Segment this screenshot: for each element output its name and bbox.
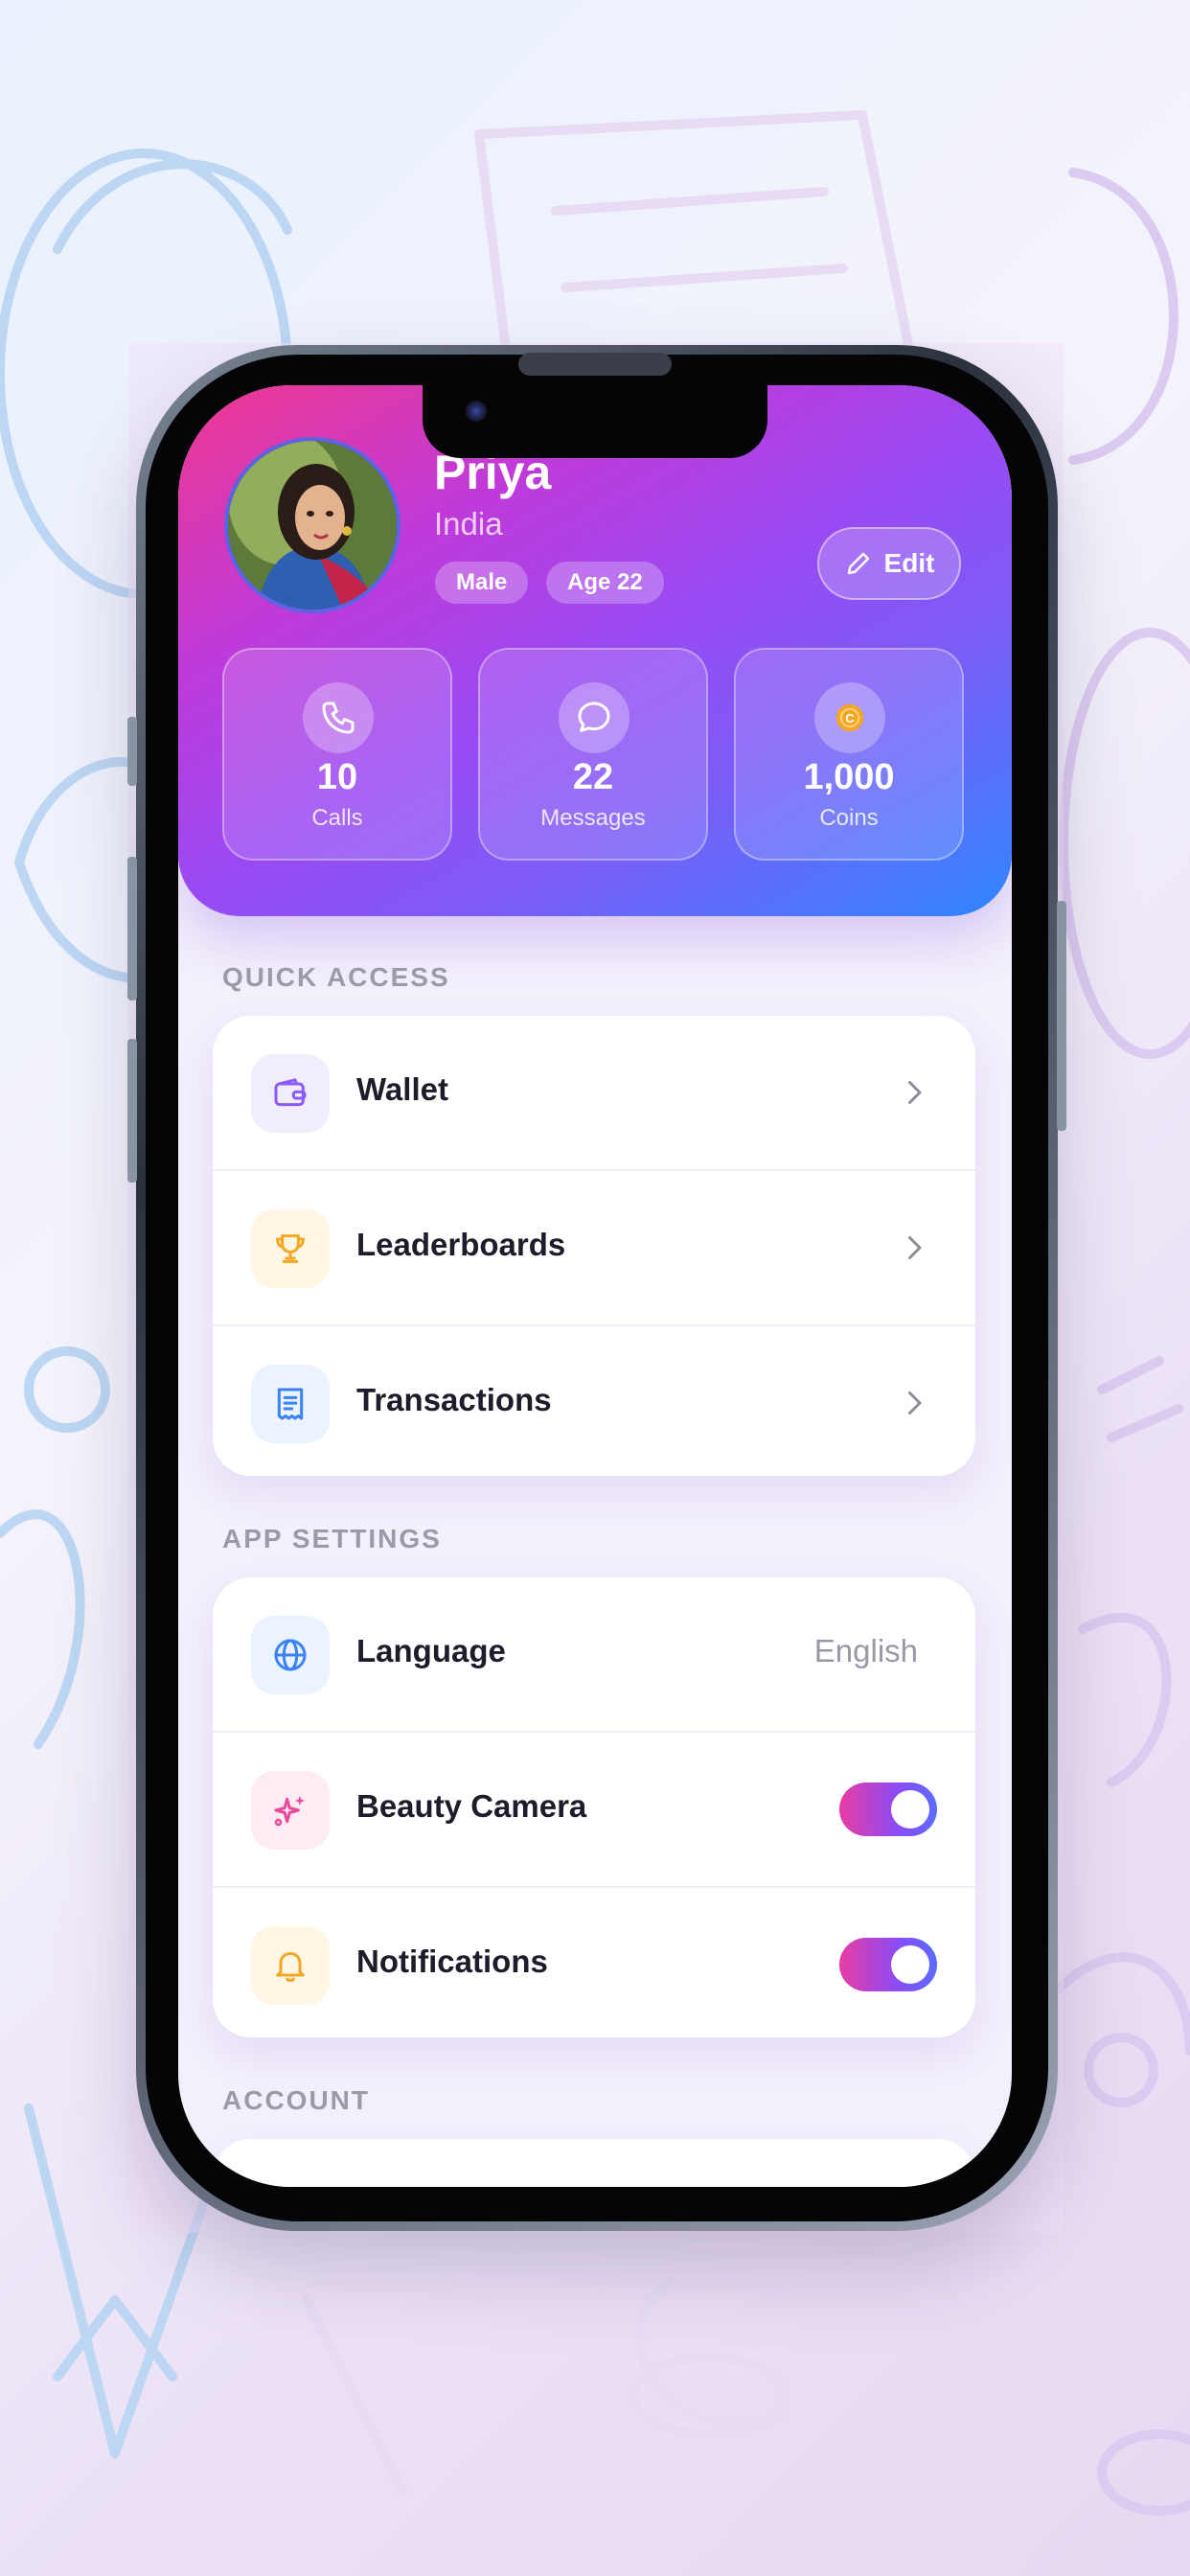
leaderboards-label: Leaderboards <box>356 1227 566 1262</box>
volume-up-button <box>127 857 137 1000</box>
silent-switch <box>127 717 137 786</box>
chevron-right-icon <box>908 1236 922 1259</box>
stat-card-coins[interactable]: C 1,000 Coins <box>734 648 964 861</box>
toggle-knob <box>891 1945 929 1984</box>
earpiece <box>518 353 672 376</box>
app-settings-card: Language English Beauty Camera Notificat… <box>213 1577 975 2037</box>
receipt-icon <box>251 1365 330 1443</box>
front-camera <box>466 401 487 422</box>
volume-down-button <box>127 1039 137 1183</box>
avatar-photo <box>228 441 397 610</box>
power-button <box>1057 901 1066 1131</box>
notifications-row: Notifications <box>213 1888 975 2037</box>
pencil-icon <box>847 552 869 575</box>
wallet-label: Wallet <box>356 1071 448 1107</box>
toggle-knob <box>891 1790 929 1828</box>
avatar[interactable] <box>224 437 400 613</box>
stat-value: 22 <box>572 757 614 797</box>
leaderboards-row[interactable]: Leaderboards <box>213 1171 975 1326</box>
svg-text:C: C <box>845 711 854 725</box>
notifications-label: Notifications <box>356 1944 548 1979</box>
notifications-toggle[interactable] <box>839 1938 937 1991</box>
stat-label: Coins <box>819 805 879 831</box>
stat-card-calls[interactable]: 10 Calls <box>222 648 452 861</box>
profile-header: Priya India Male Age 22 Edit 10 Calls 22… <box>178 385 1012 916</box>
account-card <box>213 2139 975 2187</box>
edit-button[interactable]: Edit <box>817 527 961 600</box>
stat-label: Calls <box>311 805 363 831</box>
trophy-icon <box>251 1209 330 1288</box>
stat-label: Messages <box>540 805 646 831</box>
transactions-row[interactable]: Transactions <box>213 1326 975 1476</box>
chevron-right-icon <box>908 1081 922 1104</box>
language-value: English <box>813 1633 918 1668</box>
profile-country: India <box>434 506 503 541</box>
coin-icon: C <box>814 682 885 753</box>
quick-access-card: Wallet Leaderboards Transactions <box>213 1016 975 1476</box>
sparkles-icon <box>251 1771 330 1850</box>
edit-button-label: Edit <box>883 548 935 578</box>
wallet-icon <box>251 1054 330 1133</box>
phone-screen: Priya India Male Age 22 Edit 10 Calls 22… <box>178 385 1012 2187</box>
beauty-camera-row: Beauty Camera <box>213 1733 975 1888</box>
account-title: ACCOUNT <box>222 2085 370 2115</box>
language-label: Language <box>356 1633 506 1668</box>
stat-value: 1,000 <box>803 757 895 797</box>
wallet-row[interactable]: Wallet <box>213 1016 975 1171</box>
bell-icon <box>251 1926 330 2005</box>
language-row[interactable]: Language English <box>213 1577 975 1733</box>
chat-bubble-icon <box>559 682 629 753</box>
beauty-camera-label: Beauty Camera <box>356 1788 587 1824</box>
beauty-camera-toggle[interactable] <box>839 1782 937 1836</box>
chevron-right-icon <box>908 1392 922 1414</box>
age-chip: Age 22 <box>546 562 664 604</box>
globe-icon <box>251 1616 330 1694</box>
gender-chip: Male <box>435 562 529 604</box>
quick-access-title: QUICK ACCESS <box>222 962 450 992</box>
notch <box>423 385 767 458</box>
phone-icon <box>303 682 374 753</box>
stat-card-messages[interactable]: 22 Messages <box>478 648 708 861</box>
stat-value: 10 <box>316 757 358 797</box>
transactions-label: Transactions <box>356 1382 552 1417</box>
app-settings-title: APP SETTINGS <box>222 1524 442 1553</box>
